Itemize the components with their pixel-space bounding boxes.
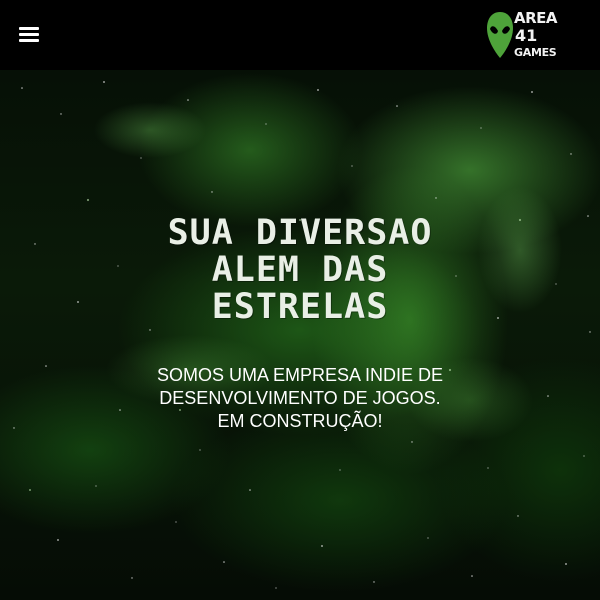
logo-line-1: AREA <box>514 9 558 27</box>
hero-subtitle-line: EM CONSTRUÇÃO! <box>217 411 383 431</box>
logo-wordmark: AREA 41 GAMES <box>514 10 566 61</box>
logo-line-3: GAMES <box>514 46 557 59</box>
hamburger-menu-icon <box>19 27 39 30</box>
hamburger-bar <box>19 33 39 36</box>
hero-title: SUA DIVERSAO ALEM DAS ESTRELAS <box>0 215 600 326</box>
hero-title-line: ESTRELAS <box>211 287 389 327</box>
starfield <box>13 81 591 589</box>
hero-subtitle-line: DESENVOLVIMENTO DE JOGOS. <box>159 388 441 408</box>
hero-title-line: SUA DIVERSAO <box>167 213 433 253</box>
alien-head-icon <box>487 12 513 58</box>
hamburger-bar <box>19 39 39 42</box>
logo-line-2: 41 <box>515 26 538 45</box>
hero-title-line: ALEM DAS <box>211 250 389 290</box>
menu-button[interactable] <box>17 24 43 46</box>
area41-logo[interactable]: AREA 41 GAMES <box>486 6 566 66</box>
top-navbar: AREA 41 GAMES <box>0 0 600 70</box>
hero-subtitle-line: SOMOS UMA EMPRESA INDIE DE <box>156 365 444 385</box>
hero-subtitle: SOMOS UMA EMPRESA INDIE DE DESENVOLVIMEN… <box>0 364 600 433</box>
hero-section: SUA DIVERSAO ALEM DAS ESTRELAS SOMOS UMA… <box>0 70 600 600</box>
page: AREA 41 GAMES SUA DIVERSAO ALEM DAS ESTR… <box>0 0 600 600</box>
